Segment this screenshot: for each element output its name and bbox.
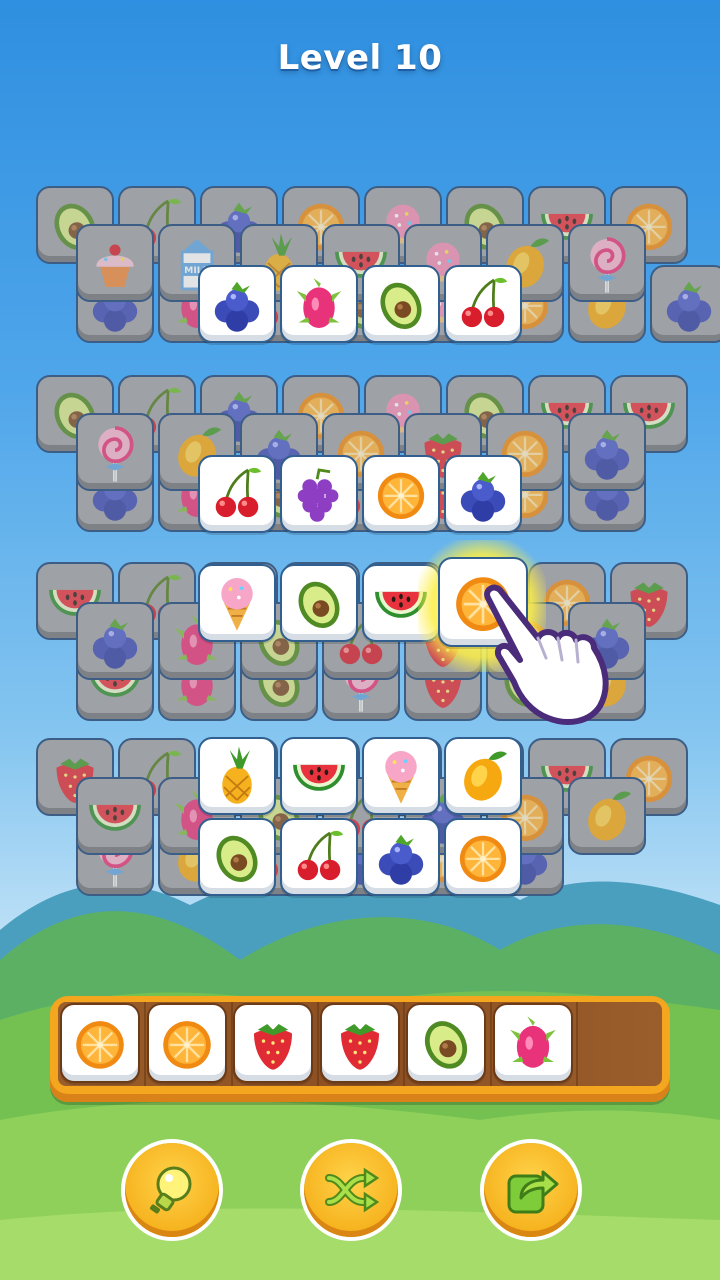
blueberries-icon — [460, 471, 506, 522]
board-tile-icecream[interactable] — [198, 564, 276, 642]
tray-tile-dragonfruit — [492, 1003, 573, 1083]
dragonfruit-icon — [296, 278, 342, 329]
hint-button[interactable] — [125, 1143, 219, 1237]
tutorial-hand-icon — [476, 580, 616, 730]
board-tile-grapes[interactable] — [280, 455, 358, 533]
lightbulb-icon — [149, 1166, 192, 1214]
board-tile-blueberries[interactable] — [198, 265, 276, 343]
cherries-icon — [297, 830, 344, 881]
orange-icon — [459, 835, 507, 882]
game-scene: Level 10 MILK — [0, 0, 720, 1280]
pineapple-icon — [222, 746, 252, 804]
board-tile-blueberries — [650, 265, 720, 343]
board-tile-cherries[interactable] — [198, 455, 276, 533]
strawberry-icon — [254, 1024, 292, 1070]
tray-slot-divider — [403, 1002, 406, 1086]
mango-icon — [464, 751, 508, 801]
board-tile-pineapple[interactable] — [198, 737, 276, 815]
watermelon-icon — [293, 764, 345, 791]
tray-tile-strawberry — [233, 1003, 313, 1083]
board-tile-avocado[interactable] — [198, 818, 276, 896]
board-tile-cherries[interactable] — [280, 818, 358, 896]
avocado-icon — [380, 282, 422, 329]
cherries-icon — [461, 277, 508, 328]
share-arrow-icon — [507, 1170, 559, 1214]
board-tile-blueberries — [568, 413, 646, 491]
watermelon-icon — [89, 804, 141, 831]
blueberries-icon — [378, 834, 424, 885]
avocado-icon — [424, 1021, 468, 1069]
board-tile-blueberries[interactable] — [362, 818, 440, 896]
tray-slot-divider — [489, 1002, 492, 1086]
cherries-icon — [215, 467, 262, 518]
board-tile-orange[interactable] — [362, 455, 440, 533]
tray-slot-divider — [316, 1002, 319, 1086]
board-tile-lollipop — [568, 224, 646, 302]
avocado-icon — [298, 581, 340, 628]
mango-icon — [588, 791, 632, 841]
board-tile-orange[interactable] — [444, 818, 522, 896]
undo-button[interactable] — [484, 1143, 578, 1237]
board-tile-lollipop — [76, 413, 154, 491]
tray-tile-orange — [146, 1003, 227, 1083]
lollipop-icon — [98, 426, 134, 482]
board-tile-blueberries[interactable] — [444, 455, 522, 533]
board-tile-mango[interactable] — [444, 737, 522, 815]
blueberries-icon — [666, 281, 712, 332]
orange-icon — [162, 1021, 211, 1069]
dragonfruit-icon — [509, 1016, 556, 1068]
tray-slot-divider — [575, 1002, 578, 1086]
orange-icon — [76, 1021, 124, 1069]
grapes-icon — [297, 468, 339, 522]
tray-tile-orange — [60, 1003, 140, 1083]
icecream-icon — [221, 578, 253, 631]
shuffle-button[interactable] — [304, 1143, 398, 1237]
level-title: Level 10 — [277, 38, 443, 78]
board-tile-cupcake — [76, 224, 154, 302]
board-tile-dragonfruit[interactable] — [280, 265, 358, 343]
cupcake-icon — [96, 244, 134, 288]
lollipop-icon — [590, 237, 626, 293]
board-tile-avocado[interactable] — [280, 564, 358, 642]
board-tile-watermelon[interactable] — [280, 737, 358, 815]
icecream-icon — [385, 751, 417, 804]
board-tile-avocado[interactable] — [362, 265, 440, 343]
blueberries-icon — [214, 281, 260, 332]
shuffle-icon — [325, 1167, 380, 1213]
board-tile-icecream[interactable] — [362, 737, 440, 815]
board-tile-mango — [568, 777, 646, 855]
blueberries-icon — [584, 429, 630, 480]
blueberries-icon — [92, 618, 138, 669]
orange-icon — [377, 472, 425, 519]
tray-tile-avocado — [406, 1003, 486, 1083]
board-tile-cherries[interactable] — [444, 265, 522, 343]
strawberry-icon — [340, 1024, 379, 1070]
board-tile-watermelon — [76, 777, 154, 855]
board-tile-blueberries — [76, 602, 154, 680]
avocado-icon — [216, 835, 258, 882]
tray-slot-divider — [144, 1002, 147, 1086]
tray-tile-strawberry — [319, 1003, 400, 1083]
